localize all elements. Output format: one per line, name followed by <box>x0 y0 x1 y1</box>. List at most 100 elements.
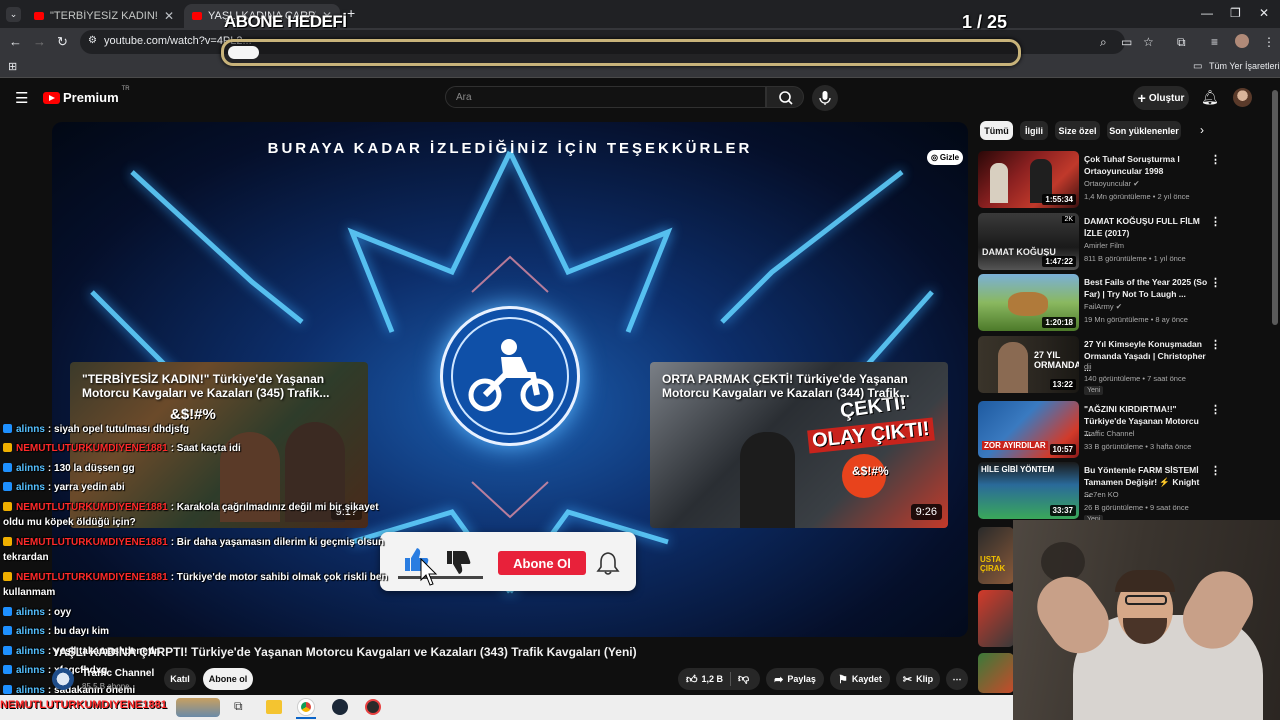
thumbnail-text: ZOR AYIRDILAR <box>982 441 1048 450</box>
microphone-icon <box>819 91 831 105</box>
recommendation-item[interactable]: 1:20:18 Best Fails of the Year 2025 (So … <box>978 274 1268 332</box>
chip-related[interactable]: İlgili <box>1020 121 1048 140</box>
more-options-icon[interactable]: ⋮ <box>1210 338 1221 351</box>
clip-button[interactable]: ✂ Klip <box>896 668 940 690</box>
hide-endcards-button[interactable]: ◎ Gizle <box>927 150 963 165</box>
chrome-icon[interactable] <box>298 699 314 715</box>
extensions-icon[interactable]: ⧉ <box>1177 35 1186 50</box>
like-count: 1,2 B <box>701 674 724 684</box>
recommendation-item[interactable]: 27 YIL ORMANDA 13:22 27 Yıl Kimseyle Kon… <box>978 336 1268 395</box>
thumbnail-text: HİLE GİBİ YÖNTEM <box>981 465 1055 474</box>
popup-underline <box>398 576 483 579</box>
more-options-icon[interactable]: ⋮ <box>1210 464 1221 477</box>
verified-icon: ✔ <box>1133 179 1140 188</box>
thumbnail-text: USTA ÇIRAK <box>980 555 1006 573</box>
chat-text: : oyy <box>47 607 72 618</box>
profile-avatar[interactable] <box>1235 34 1249 48</box>
goal-title: ABONE HEDEFİ <box>224 12 347 31</box>
youtube-header: ☰ Premium TR Ara + Oluştur 🔔︎ <box>0 78 1280 118</box>
all-bookmarks-link[interactable]: Tüm Yer İşaretleri <box>1209 61 1280 71</box>
tab-1[interactable]: "TERBİYESİZ KADIN!" Türkiye'de ✕ <box>26 4 182 28</box>
create-button[interactable]: + Oluştur <box>1133 86 1189 110</box>
subscribe-button[interactable]: Abone ol <box>203 668 253 690</box>
recommendation-thumbnail[interactable]: 1:20:18 <box>978 274 1079 331</box>
thumbnail-text: 27 YIL ORMANDA <box>1034 350 1079 370</box>
reload-icon[interactable]: ↻ <box>57 34 68 50</box>
chevron-right-icon[interactable]: › <box>1200 123 1204 137</box>
save-button[interactable]: ⚑ Kaydet <box>830 668 890 690</box>
recommendation-thumbnail[interactable]: USTA ÇIRAK <box>978 527 1014 584</box>
recommendation-item[interactable]: 1:55:34 Çok Tuhaf Soruşturma l Ortaoyunc… <box>978 151 1268 209</box>
close-icon[interactable]: ✕ <box>164 9 174 23</box>
channel-name[interactable]: Traffic Channel <box>82 668 154 679</box>
recommendation-thumbnail[interactable]: HİLE GİBİ YÖNTEM 33:37 <box>978 462 1079 519</box>
site-info-icon[interactable]: ⚙ <box>88 35 97 46</box>
recommendation-channel: Traffic Channel <box>1084 429 1135 438</box>
more-options-icon[interactable]: ⋮ <box>1210 215 1221 228</box>
recommendation-thumbnail[interactable]: ZOR AYIRDILAR 10:57 <box>978 401 1079 458</box>
join-button[interactable]: Katıl <box>164 668 196 690</box>
recommendation-item[interactable]: HİLE GİBİ YÖNTEM 33:37 Bu Yöntemle FARM … <box>978 462 1268 524</box>
chat-text: : bu dayı kim <box>47 626 110 637</box>
voice-search-button[interactable] <box>812 85 838 111</box>
search-input[interactable]: Ara <box>445 86 766 108</box>
page-scrollbar[interactable] <box>1272 90 1278 325</box>
more-options-icon[interactable]: ⋮ <box>1210 403 1221 416</box>
recommendation-thumbnail[interactable]: 1:55:34 <box>978 151 1079 208</box>
tab-search-button[interactable]: ⌄ <box>6 7 21 22</box>
like-button[interactable]: 👍︎ 1,2 B <box>686 673 723 686</box>
channel-avatar[interactable] <box>52 668 74 690</box>
recommendation-thumbnail[interactable] <box>978 653 1014 693</box>
media-icon[interactable]: ≡ <box>1211 35 1218 49</box>
chip-for-you[interactable]: Size özel <box>1055 121 1100 140</box>
chat-message: alinns: 130 la düşsen gg <box>3 461 393 476</box>
obs-icon[interactable] <box>365 699 381 715</box>
more-actions-button[interactable]: ⋯ <box>946 668 968 690</box>
chat-message: alinns: bu dayı kim <box>3 624 393 639</box>
recommendation-item[interactable]: DAMAT KOĞUŞU 2K 1:47:22 DAMAT KOĞUŞU FUL… <box>978 213 1268 271</box>
dislike-button[interactable]: 👎︎ <box>738 672 749 685</box>
minimize-icon[interactable]: — <box>1201 6 1213 20</box>
more-options-icon[interactable]: ⋮ <box>1210 153 1221 166</box>
goal-progress-bar <box>221 39 1021 66</box>
restore-icon[interactable]: ❐ <box>1230 6 1241 20</box>
chat-message: NEMUTLUTURKUMDIYENE1881: Türkiye'de moto… <box>3 570 393 600</box>
chat-user: alinns <box>16 482 45 493</box>
create-label: Oluştur <box>1148 92 1185 104</box>
more-options-icon[interactable]: ⋮ <box>1210 276 1221 289</box>
chip-all[interactable]: Tümü <box>980 121 1013 140</box>
share-button[interactable]: ➦ Paylaş <box>766 668 824 690</box>
forward-icon[interactable]: → <box>33 34 46 49</box>
subscribe-popup-button: Abone Ol <box>498 551 586 575</box>
close-window-icon[interactable]: ✕ <box>1259 6 1269 20</box>
bookmark-star-icon[interactable]: ☆ <box>1143 35 1154 49</box>
menu-icon[interactable]: ⋮ <box>1263 35 1275 49</box>
task-view-icon[interactable]: ⧉ <box>234 699 243 714</box>
notifications-bell-icon[interactable]: 🔔︎ <box>1201 89 1219 106</box>
chat-user: NEMUTLUTURKUMDIYENE1881 <box>16 502 168 513</box>
endcard-2-rider <box>740 432 795 528</box>
apps-grid-icon[interactable]: ⊞ <box>8 60 17 73</box>
steam-icon[interactable] <box>332 699 348 715</box>
chip-recently-uploaded[interactable]: Son yüklenenler <box>1107 121 1181 140</box>
bell-icon <box>596 552 620 575</box>
webcam-person-glasses <box>1125 595 1167 605</box>
chat-text: : siyah opel tutulması dhdjsfg <box>47 424 190 435</box>
account-avatar[interactable] <box>1233 88 1252 107</box>
taskbar-weather-widget[interactable] <box>176 698 220 717</box>
recommendation-thumbnail[interactable]: 27 YIL ORMANDA 13:22 <box>978 336 1079 393</box>
hamburger-menu-icon[interactable]: ☰ <box>15 89 28 107</box>
recommendation-item[interactable]: ZOR AYIRDILAR 10:57 "AĞZINI KIRDIRTMA!!"… <box>978 401 1268 459</box>
new-tab-button[interactable]: + <box>347 5 355 21</box>
chat-user: NEMUTLUTURKUMDIYENE1881 <box>16 537 168 548</box>
eye-off-icon: ◎ <box>930 153 938 162</box>
cast-icon[interactable]: ▭ <box>1121 35 1132 49</box>
file-explorer-icon[interactable] <box>266 700 282 714</box>
zoom-icon[interactable]: ⌕ <box>1100 35 1107 50</box>
search-button[interactable] <box>766 86 804 108</box>
youtube-logo[interactable]: Premium TR <box>43 86 130 105</box>
back-icon[interactable]: ← <box>9 34 22 49</box>
recommendation-thumbnail[interactable] <box>978 590 1014 647</box>
recommendation-thumbnail[interactable]: DAMAT KOĞUŞU 2K 1:47:22 <box>978 213 1079 270</box>
endcard-video-2[interactable]: ÇEKTİ! OLAY ÇIKTI! &$!#% ORTA PARMAK ÇEK… <box>650 362 948 528</box>
